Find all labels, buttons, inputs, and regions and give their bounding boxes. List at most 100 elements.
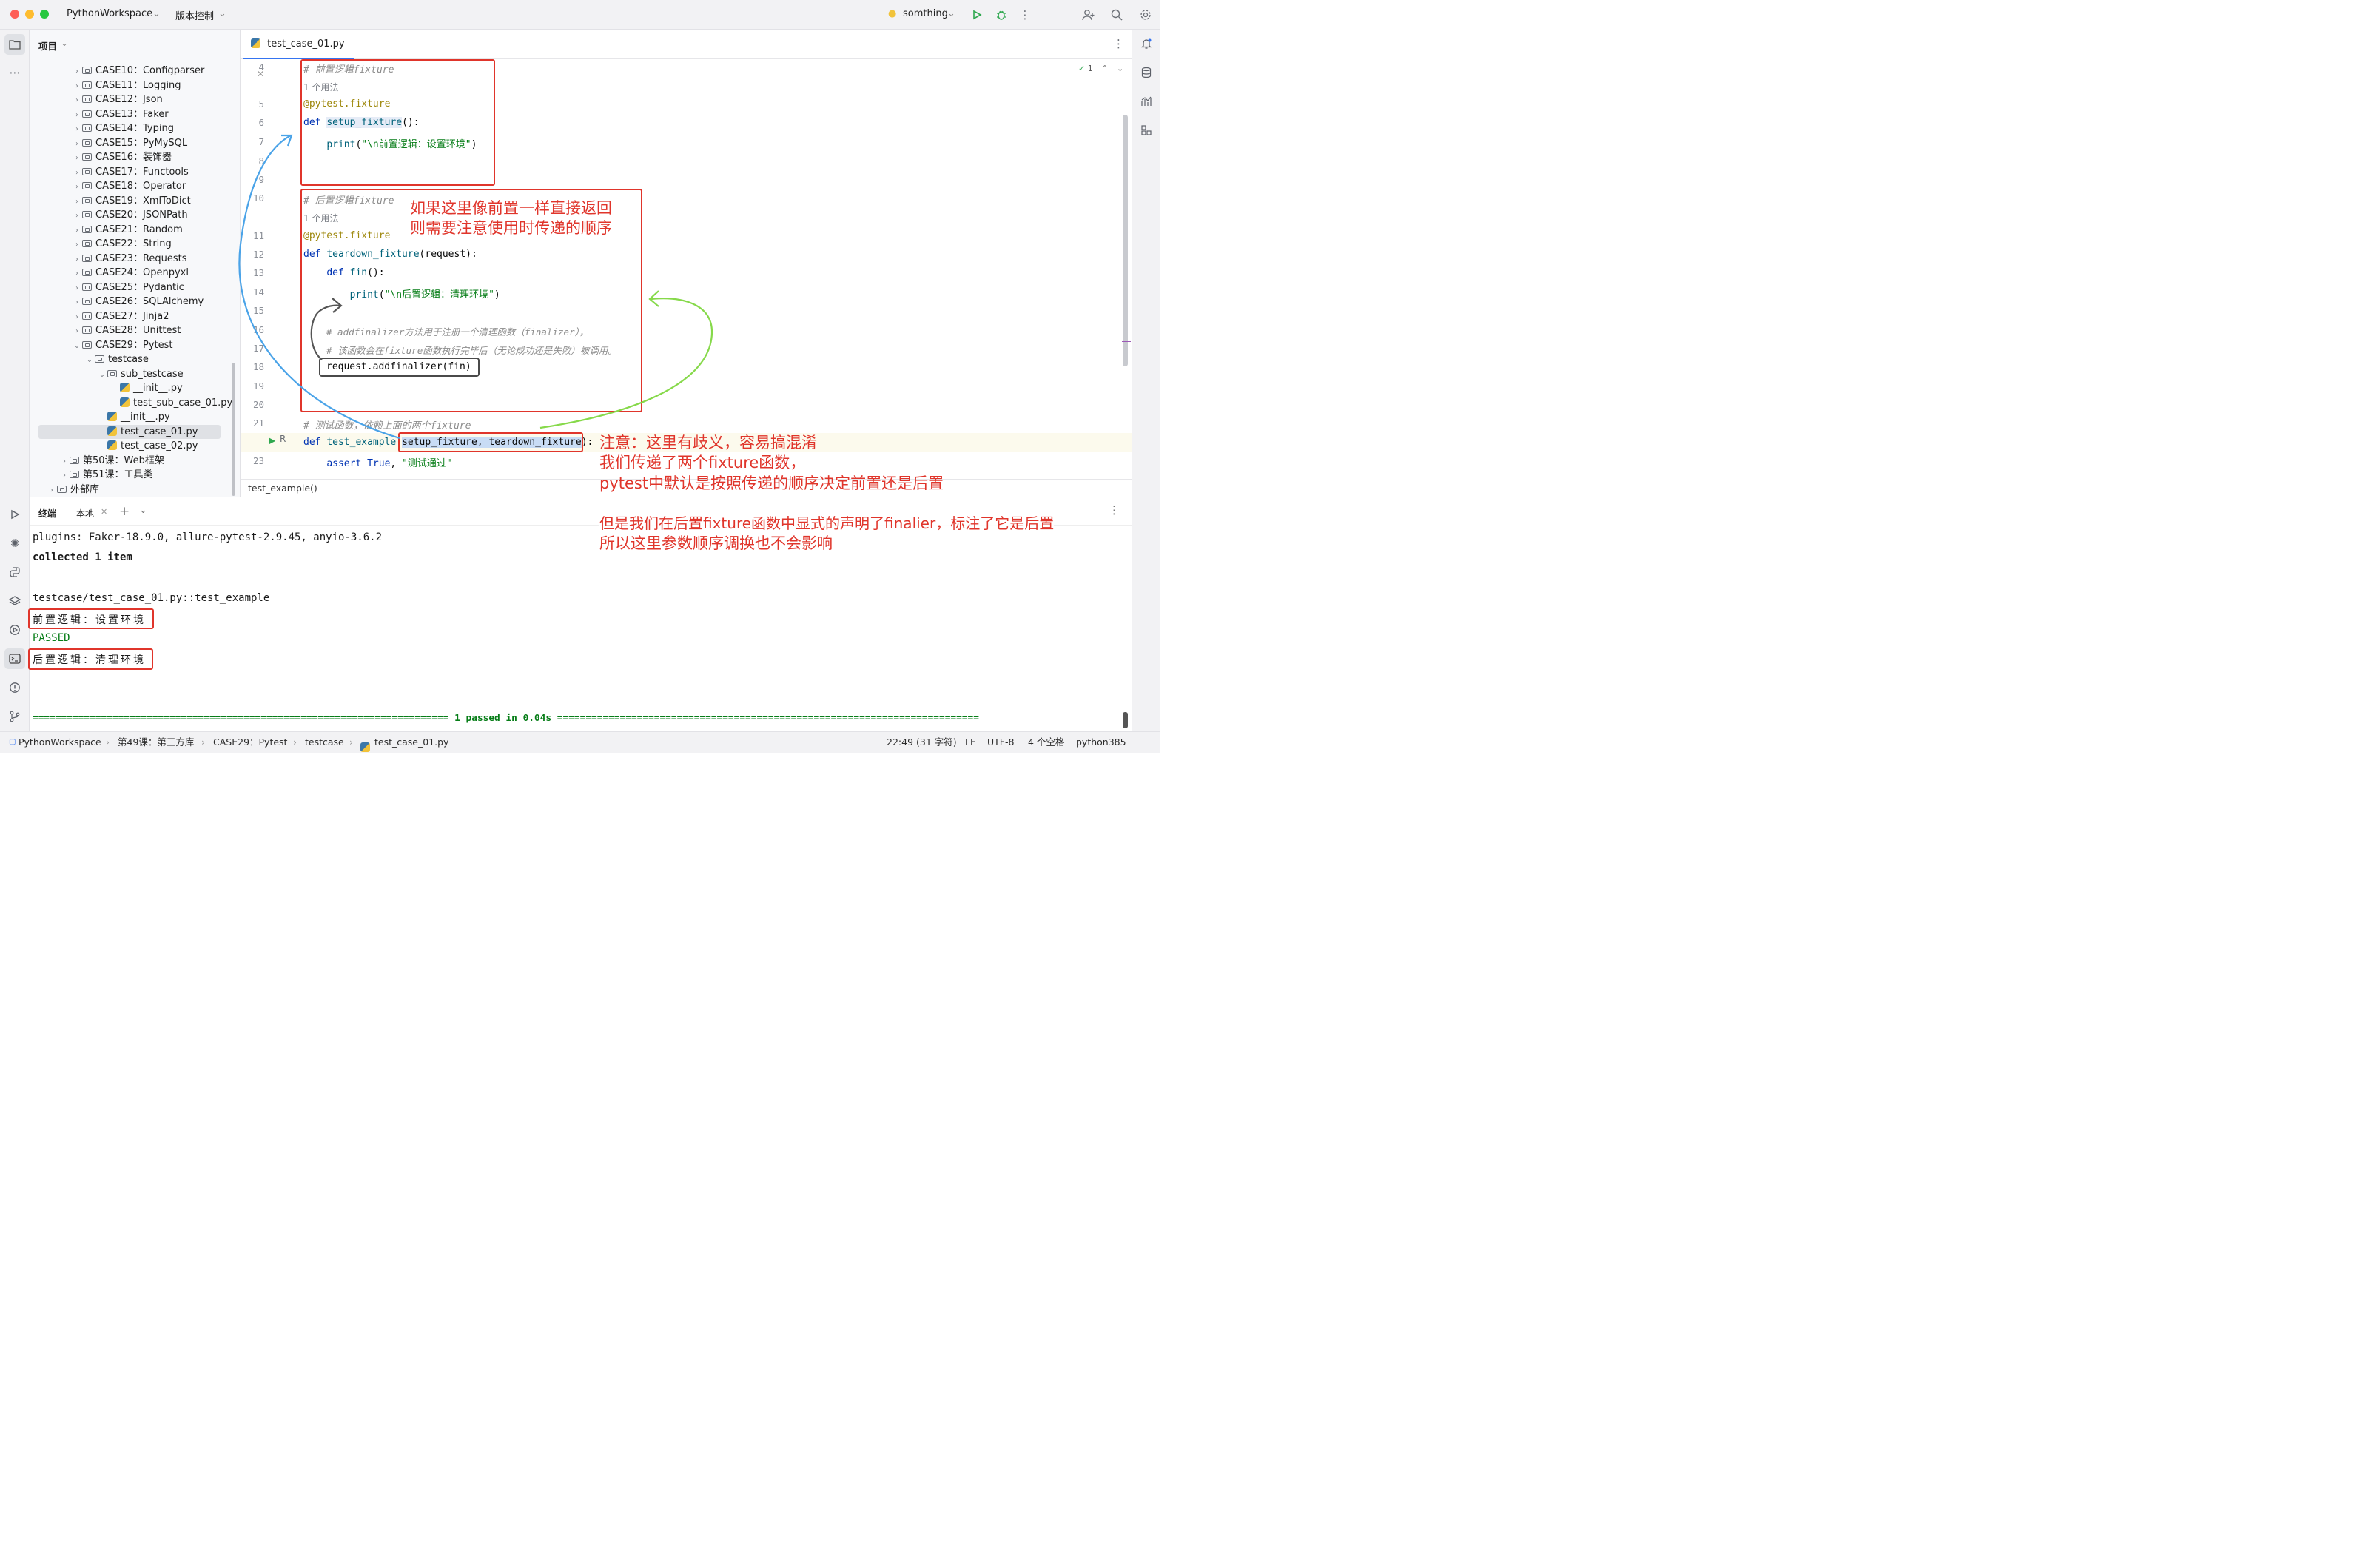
- chevron-right-icon[interactable]: ›: [59, 454, 70, 469]
- chevron-right-icon[interactable]: ›: [72, 195, 82, 209]
- maximize-window-button[interactable]: [40, 10, 49, 19]
- line-number[interactable]: 13: [241, 267, 264, 278]
- tree-file-item[interactable]: __init__.py: [97, 410, 170, 424]
- new-tab-plus-icon[interactable]: +: [119, 504, 130, 519]
- tab-local[interactable]: 本地: [76, 507, 94, 520]
- file-encoding[interactable]: UTF-8: [987, 732, 1014, 753]
- line-number[interactable]: 20: [241, 399, 264, 410]
- tree-folder-item[interactable]: › 第51课：工具类: [59, 468, 153, 482]
- chevron-down-icon[interactable]: ⌄: [84, 353, 95, 367]
- chevron-right-icon[interactable]: ›: [72, 224, 82, 238]
- chevron-right-icon[interactable]: ›: [72, 295, 82, 309]
- tree-folder-item[interactable]: › 外部库: [47, 483, 99, 497]
- python-console-icon[interactable]: [4, 562, 25, 583]
- run-icon[interactable]: [968, 6, 986, 24]
- tree-folder-item[interactable]: › CASE13：Faker: [72, 107, 169, 121]
- chevron-down-icon[interactable]: ⌄: [72, 339, 82, 353]
- chevron-down-icon[interactable]: ⌄: [139, 505, 147, 516]
- chevron-right-icon[interactable]: ›: [72, 209, 82, 223]
- debug-icon[interactable]: [992, 6, 1010, 24]
- chevron-right-icon[interactable]: ›: [72, 79, 82, 93]
- vcs-menu[interactable]: 版本控制: [175, 8, 214, 22]
- line-number[interactable]: 19: [241, 380, 264, 392]
- add-user-icon[interactable]: [1080, 6, 1097, 24]
- tab-test-case-01[interactable]: test_case_01.py ✕: [243, 30, 354, 79]
- line-number[interactable]: 4: [241, 61, 264, 73]
- tree-folder-item[interactable]: › CASE15：PyMySQL: [72, 136, 187, 150]
- terminal-more-icon[interactable]: ⋮: [1109, 503, 1120, 517]
- chevron-right-icon[interactable]: ›: [72, 310, 82, 324]
- chevron-right-icon[interactable]: ›: [72, 108, 82, 122]
- chevron-up-icon[interactable]: ⌃: [1101, 64, 1108, 73]
- chevron-right-icon[interactable]: ›: [72, 93, 82, 107]
- more-actions-icon[interactable]: ⋮: [1016, 6, 1034, 24]
- status-crumb-folder[interactable]: testcase: [305, 732, 344, 753]
- chevron-right-icon[interactable]: ›: [72, 324, 82, 338]
- services-icon[interactable]: [4, 620, 25, 640]
- rerun-gutter-icon[interactable]: R: [280, 434, 286, 444]
- status-crumb-project[interactable]: PythonWorkspace: [19, 732, 101, 753]
- editor-scrollbar[interactable]: [1123, 115, 1128, 366]
- structure-icon[interactable]: [1137, 121, 1156, 140]
- terminal-icon[interactable]: [4, 648, 25, 669]
- chevron-right-icon[interactable]: ›: [72, 64, 82, 78]
- chevron-right-icon[interactable]: ›: [72, 166, 82, 180]
- close-tab-icon[interactable]: ✕: [101, 507, 107, 517]
- status-crumb-case[interactable]: CASE29：Pytest: [213, 732, 287, 753]
- chevron-right-icon[interactable]: ›: [59, 469, 70, 483]
- terminal-title[interactable]: 终端: [38, 507, 56, 520]
- tree-folder-item[interactable]: › CASE21：Random: [72, 223, 183, 237]
- caret-position[interactable]: 22:49 (31 字符): [887, 732, 957, 753]
- chevron-right-icon[interactable]: ›: [72, 266, 82, 281]
- tree-folder-item[interactable]: › CASE23：Requests: [72, 252, 187, 266]
- tree-folder-item[interactable]: › CASE11：Logging: [72, 78, 181, 93]
- line-number[interactable]: 15: [241, 305, 264, 316]
- tree-folder-item[interactable]: › CASE12：Json: [72, 93, 163, 107]
- tree-file-item[interactable]: test_sub_case_01.py: [110, 396, 232, 410]
- tree-folder-item[interactable]: › CASE22：String: [72, 237, 172, 251]
- debug-tool-icon[interactable]: ✺: [4, 533, 25, 554]
- tree-file-item[interactable]: test_case_02.py: [97, 439, 198, 453]
- editor-more-icon[interactable]: ⋮: [1113, 37, 1124, 50]
- inspection-widget[interactable]: ✓ 1 ⌃ ⌄: [1078, 64, 1123, 73]
- database-icon[interactable]: [1137, 63, 1156, 82]
- line-number[interactable]: 18: [241, 361, 264, 372]
- run-gutter-icon[interactable]: ▶: [269, 435, 275, 446]
- tree-folder-item[interactable]: ⌄ sub_testcase: [97, 367, 184, 381]
- python-interpreter[interactable]: python385: [1076, 732, 1126, 753]
- chevron-right-icon[interactable]: ›: [72, 151, 82, 165]
- git-branch-icon[interactable]: [4, 706, 25, 727]
- tree-folder-item[interactable]: › CASE14：Typing: [72, 121, 174, 135]
- line-number[interactable]: 21: [241, 417, 264, 429]
- terminal-scrollbar[interactable]: [1123, 712, 1128, 728]
- tree-folder-item[interactable]: › CASE10：Configparser: [72, 64, 204, 78]
- tree-file-item[interactable]: test_case_01.py: [38, 424, 221, 439]
- problems-icon[interactable]: [4, 677, 25, 698]
- search-icon[interactable]: [1108, 6, 1126, 24]
- tree-folder-item[interactable]: › CASE16：装饰器: [72, 150, 172, 164]
- line-number[interactable]: 11: [241, 230, 264, 241]
- project-scrollbar[interactable]: [232, 363, 235, 496]
- tree-folder-item[interactable]: › CASE25：Pydantic: [72, 281, 184, 295]
- tree-file-item[interactable]: __init__.py: [110, 381, 183, 395]
- tree-folder-item[interactable]: ⌄ testcase: [84, 352, 149, 366]
- run-config-selector[interactable]: somthing: [903, 8, 948, 19]
- settings-gear-icon[interactable]: [1137, 6, 1154, 24]
- tree-folder-item[interactable]: › CASE19：XmlToDict: [72, 194, 191, 208]
- project-switcher[interactable]: PythonWorkspace: [67, 8, 152, 19]
- chevron-right-icon[interactable]: ›: [72, 137, 82, 151]
- line-number[interactable]: 5: [241, 98, 264, 110]
- chevron-down-icon[interactable]: ⌄: [1117, 64, 1123, 73]
- chevron-down-icon[interactable]: ⌄: [97, 368, 107, 382]
- chevron-right-icon[interactable]: ›: [72, 122, 82, 136]
- more-tools-icon[interactable]: ⋯: [4, 62, 25, 83]
- indent-setting[interactable]: 4 个空格: [1028, 732, 1064, 753]
- line-separator[interactable]: LF: [965, 732, 975, 753]
- tree-folder-item[interactable]: › CASE24：Openpyxl: [72, 266, 189, 280]
- line-number[interactable]: 16: [241, 324, 264, 335]
- status-crumb-lesson[interactable]: 第49课：第三方库: [118, 732, 194, 753]
- line-number[interactable]: 14: [241, 286, 264, 298]
- layers-icon[interactable]: [4, 591, 25, 611]
- line-number[interactable]: 17: [241, 343, 264, 354]
- line-number[interactable]: 8: [241, 155, 264, 167]
